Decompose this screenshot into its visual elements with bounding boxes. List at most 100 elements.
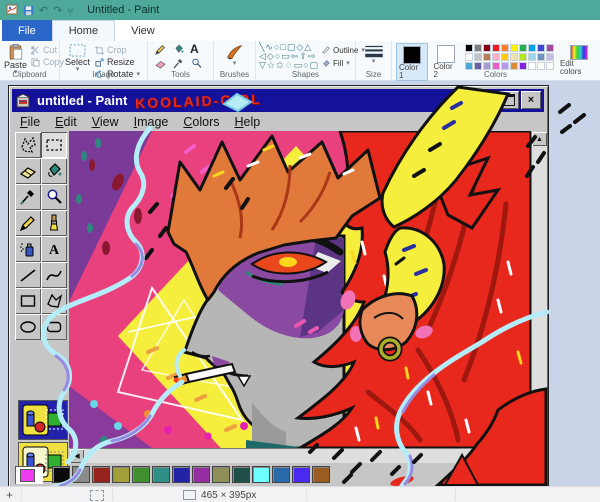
color-swatch[interactable] (537, 53, 545, 61)
painted-pencil-tool (15, 210, 41, 236)
color-swatch[interactable] (474, 44, 482, 52)
qat-chevron-icon[interactable]: ╤ (67, 6, 73, 15)
color-swatch[interactable] (537, 44, 545, 52)
eraser-tool-button[interactable] (154, 57, 172, 71)
scroll-right-icon: ▶ (518, 449, 532, 463)
group-tools: A Tools (148, 41, 214, 80)
color-swatch[interactable] (510, 62, 518, 70)
color-swatch[interactable] (474, 62, 482, 70)
crop-button[interactable]: Crop (95, 45, 140, 55)
group-label-size: Size (356, 70, 391, 79)
scroll-up-icon: ▲ (532, 132, 547, 146)
painted-toolbox: A (12, 132, 70, 484)
pencil-tool-button[interactable] (154, 43, 172, 57)
painted-freeform-select-tool (15, 132, 41, 158)
color-swatch[interactable] (510, 44, 518, 52)
brushes-button[interactable]: ▾ (214, 41, 255, 66)
shapes-gallery[interactable]: ╲∿○□▢◇△ ◁◇○▭⇦⇧⇨ ▽☆✩♢▭○▢ (259, 43, 319, 70)
redo-icon[interactable]: ↷ (53, 4, 62, 17)
color-swatch[interactable] (501, 53, 509, 61)
color-swatch[interactable] (519, 62, 527, 70)
painted-tool-options-1 (18, 400, 68, 440)
color-swatch[interactable] (492, 53, 500, 61)
painted-curve-tool (41, 262, 67, 288)
painted-window-title: untitled - Paint (37, 93, 127, 108)
color-swatch[interactable] (546, 62, 554, 70)
group-label-shapes: Shapes (256, 70, 355, 79)
image-size-icon (183, 490, 196, 500)
color-swatch[interactable] (501, 62, 509, 70)
color-swatch[interactable] (546, 44, 554, 52)
maximize-icon (504, 94, 515, 106)
color-swatch (212, 466, 230, 483)
resize-icon (95, 58, 104, 67)
color-swatch[interactable] (528, 62, 536, 70)
palette-row-2 (465, 53, 554, 61)
crop-icon (95, 46, 104, 55)
color-swatch[interactable] (510, 53, 518, 61)
group-label-image: Image (60, 70, 147, 79)
color-swatch[interactable] (528, 44, 536, 52)
chevron-down-icon: ▾ (346, 61, 350, 66)
color-swatch[interactable] (528, 53, 536, 61)
color-swatch[interactable] (465, 62, 473, 70)
color-swatch[interactable] (483, 62, 491, 70)
color-swatch (152, 466, 170, 483)
group-label-colors: Colors (392, 70, 599, 79)
fill-tool-button[interactable] (172, 43, 190, 57)
palette-row-1 (465, 44, 554, 52)
painted-menubar: File Edit View Image Colors Help (12, 112, 544, 132)
tab-view[interactable]: View (115, 20, 171, 41)
image-size-text: 465 × 395px (201, 490, 256, 501)
edit-colors-icon (570, 45, 588, 60)
brush-icon (225, 44, 244, 61)
painted-swatch-row (52, 466, 332, 483)
color-swatch[interactable] (465, 44, 473, 52)
color-swatch (52, 466, 70, 483)
size-button[interactable]: ▾ (356, 41, 391, 64)
painted-fill-tool (41, 158, 67, 184)
statusbar-separator (455, 489, 456, 501)
painted-horizontal-scrollbar: ◀ ▶ (70, 449, 532, 463)
painted-menu-image: Image (134, 115, 169, 129)
text-tool-button[interactable]: A (190, 43, 208, 57)
paint-app-icon (6, 4, 18, 16)
undo-icon[interactable]: ↶ (39, 4, 48, 17)
painted-magnifier-tool (41, 184, 67, 210)
magnifier-tool-button[interactable] (190, 57, 208, 71)
tab-file[interactable]: File (2, 20, 52, 41)
group-label-brushes: Brushes (214, 70, 255, 79)
color-swatch[interactable] (519, 44, 527, 52)
graffiti-text: KOOLAID-GIRL (135, 90, 262, 110)
color-swatch[interactable] (537, 62, 545, 70)
chevron-down-icon: ▾ (372, 59, 376, 64)
color-swatch[interactable] (465, 53, 473, 61)
color-swatch[interactable] (483, 44, 491, 52)
color-swatch[interactable] (501, 44, 509, 52)
color-swatch[interactable] (492, 44, 500, 52)
group-colors: Color 1 Color 2 Edit colors Colors (392, 41, 599, 80)
painted-eyedropper-tool (15, 184, 41, 210)
tab-home[interactable]: Home (52, 20, 115, 41)
painted-window-buttons: _ × (477, 91, 541, 109)
painted-line-tool (15, 262, 41, 288)
painted-paint-icon (15, 93, 33, 109)
painted-eraser-tool (15, 158, 41, 184)
color-swatch[interactable] (519, 53, 527, 61)
eraser-icon (154, 57, 167, 70)
painted-rounded-rect-tool (41, 314, 67, 340)
resize-button[interactable]: Resize (95, 57, 140, 67)
eyedropper-tool-button[interactable] (172, 57, 190, 71)
drawing-canvas[interactable]: untitled - Paint KOOLAID-GIRL _ × File E… (8, 85, 549, 488)
quick-access-toolbar: ↶ ↷ ╤ (0, 4, 73, 17)
color-swatch[interactable] (492, 62, 500, 70)
color-swatch[interactable] (546, 53, 554, 61)
painted-inner-canvas[interactable] (70, 132, 532, 449)
color-swatch[interactable] (483, 53, 491, 61)
color-swatch[interactable] (474, 53, 482, 61)
fill-bucket-icon (172, 43, 185, 56)
painted-vertical-scrollbar: ▲ ▼ (532, 132, 547, 449)
save-icon[interactable] (23, 5, 34, 16)
canvas-workarea[interactable]: untitled - Paint KOOLAID-GIRL _ × File E… (0, 80, 600, 486)
color-swatch (252, 466, 270, 483)
